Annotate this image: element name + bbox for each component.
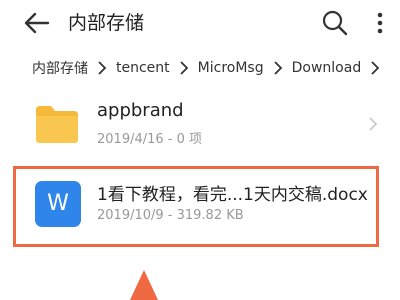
breadcrumb-item-micromsg[interactable]: MicroMsg <box>198 60 264 76</box>
more-options-button[interactable] <box>368 8 392 38</box>
list-item-folder[interactable]: appbrand 2019/4/16 - 0 项 <box>0 96 400 156</box>
chevron-right-icon <box>371 61 380 75</box>
chevron-right-icon <box>369 117 378 131</box>
page-title: 内部存储 <box>68 12 145 34</box>
back-button[interactable] <box>22 8 52 38</box>
list-item-file[interactable]: W 1看下教程，看完...1天内交稿.docx 2019/10/9 - 319.… <box>0 168 400 248</box>
folder-icon <box>36 106 78 143</box>
more-vertical-icon <box>377 12 383 34</box>
breadcrumb: 内部存储 tencent MicroMsg Download <box>32 56 389 80</box>
annotation-arrow-icon <box>130 270 158 300</box>
file-name: appbrand <box>97 100 184 121</box>
word-document-icon: W <box>35 181 81 227</box>
back-arrow-icon <box>24 12 50 34</box>
file-meta: 2019/10/9 - 319.82 KB <box>97 208 244 223</box>
breadcrumb-item-tencent[interactable]: tencent <box>116 60 170 76</box>
file-meta: 2019/4/16 - 0 项 <box>97 132 203 147</box>
chevron-right-icon <box>180 61 188 75</box>
search-button[interactable] <box>320 8 350 38</box>
search-icon <box>322 10 348 36</box>
chevron-right-icon <box>98 61 107 75</box>
file-name: 1看下教程，看完...1天内交稿.docx <box>97 185 368 205</box>
breadcrumb-item-internal-storage[interactable]: 内部存储 <box>32 58 88 78</box>
chevron-right-icon <box>273 61 282 75</box>
breadcrumb-item-download[interactable]: Download <box>292 60 362 76</box>
